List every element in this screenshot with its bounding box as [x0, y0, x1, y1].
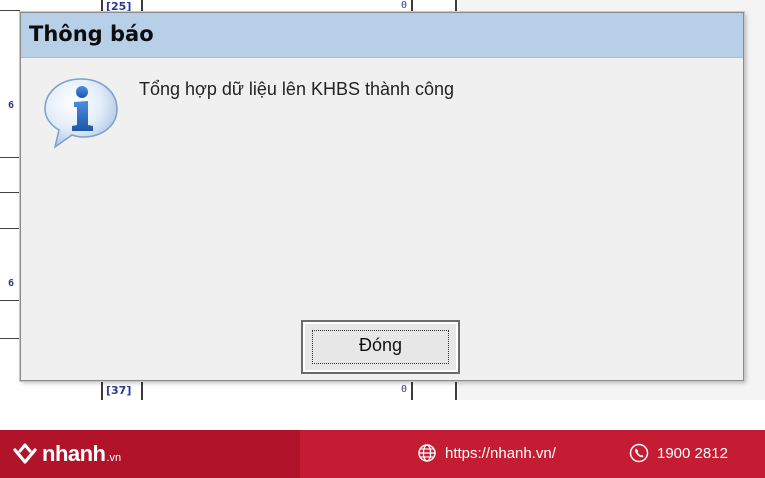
cell-value: 0 — [401, 384, 408, 395]
row-marker: 6 — [8, 278, 15, 289]
phone-icon — [629, 443, 649, 463]
website-url: https://nhanh.vn/ — [445, 444, 556, 462]
row-marker: 6 — [8, 100, 15, 111]
footer-banner: nhanh .vn https://nhanh.vn/ 1900 2812 — [0, 430, 765, 478]
website-link[interactable]: https://nhanh.vn/ — [417, 443, 556, 463]
hotline[interactable]: 1900 2812 — [629, 443, 728, 463]
grid-line — [0, 338, 20, 339]
brand-suffix: .vn — [106, 451, 122, 464]
dialog-title: Thông báo — [29, 22, 154, 46]
brand-name: nhanh — [42, 441, 106, 466]
globe-icon — [418, 444, 436, 462]
cell-value: 0 — [401, 0, 408, 11]
dialog-message: Tổng hợp dữ liệu lên KHBS thành công — [139, 79, 455, 99]
brand-logo[interactable]: nhanh .vn — [12, 439, 121, 469]
grid-line — [0, 300, 20, 301]
info-icon — [41, 75, 121, 149]
grid-line — [0, 157, 20, 158]
cell-code: [37] — [106, 384, 132, 397]
nhanh-logo-icon — [13, 443, 37, 464]
grid-line — [0, 10, 20, 11]
close-button-label: Đóng — [358, 335, 403, 355]
grid-line — [0, 192, 20, 193]
dialog-titlebar[interactable]: Thông báo — [21, 13, 743, 58]
message-dialog: Thông báo Tổng hợp dữ liệu lên KHBS thàn… — [20, 12, 744, 381]
close-button[interactable]: Đóng — [301, 320, 460, 374]
hotline-number: 1900 2812 — [657, 444, 728, 462]
grid-line — [0, 228, 20, 229]
